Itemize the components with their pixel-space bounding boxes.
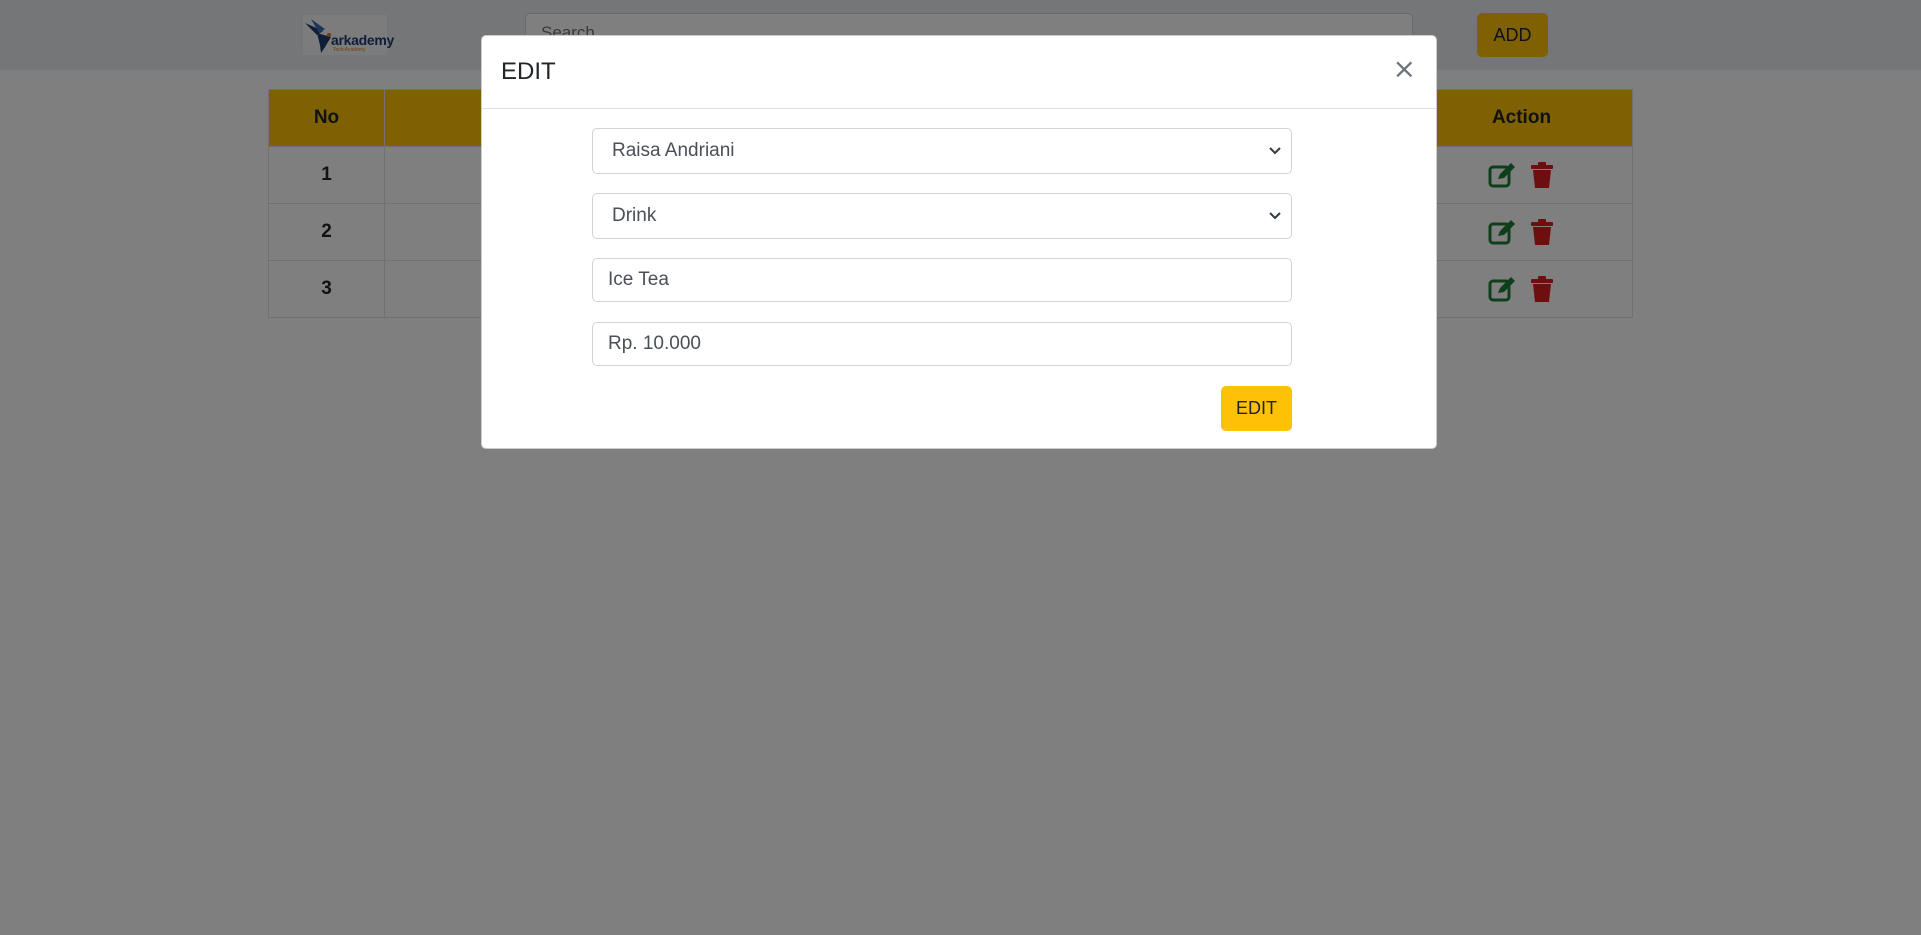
category-select-value: Drink	[612, 205, 657, 226]
edit-submit-button[interactable]: EDIT	[1221, 386, 1292, 431]
cashier-select-value: Raisa Andriani	[612, 140, 735, 161]
chevron-down-icon	[1269, 147, 1281, 155]
price-value: Rp. 10.000	[608, 333, 701, 354]
chevron-down-icon	[1269, 212, 1281, 220]
close-icon[interactable]: ×	[1393, 55, 1416, 83]
category-select[interactable]: Drink	[592, 193, 1292, 239]
modal-header: EDIT ×	[482, 36, 1436, 109]
product-name-input[interactable]: Ice Tea	[592, 258, 1292, 302]
price-input[interactable]: Rp. 10.000	[592, 322, 1292, 366]
edit-modal: EDIT × Raisa Andriani Drink Ice Tea Rp. …	[481, 35, 1437, 449]
modal-title: EDIT	[501, 58, 556, 85]
product-name-value: Ice Tea	[608, 269, 669, 290]
page: arkademy Tech Academy ADD No Action 1	[0, 0, 1921, 935]
cashier-select[interactable]: Raisa Andriani	[592, 128, 1292, 174]
